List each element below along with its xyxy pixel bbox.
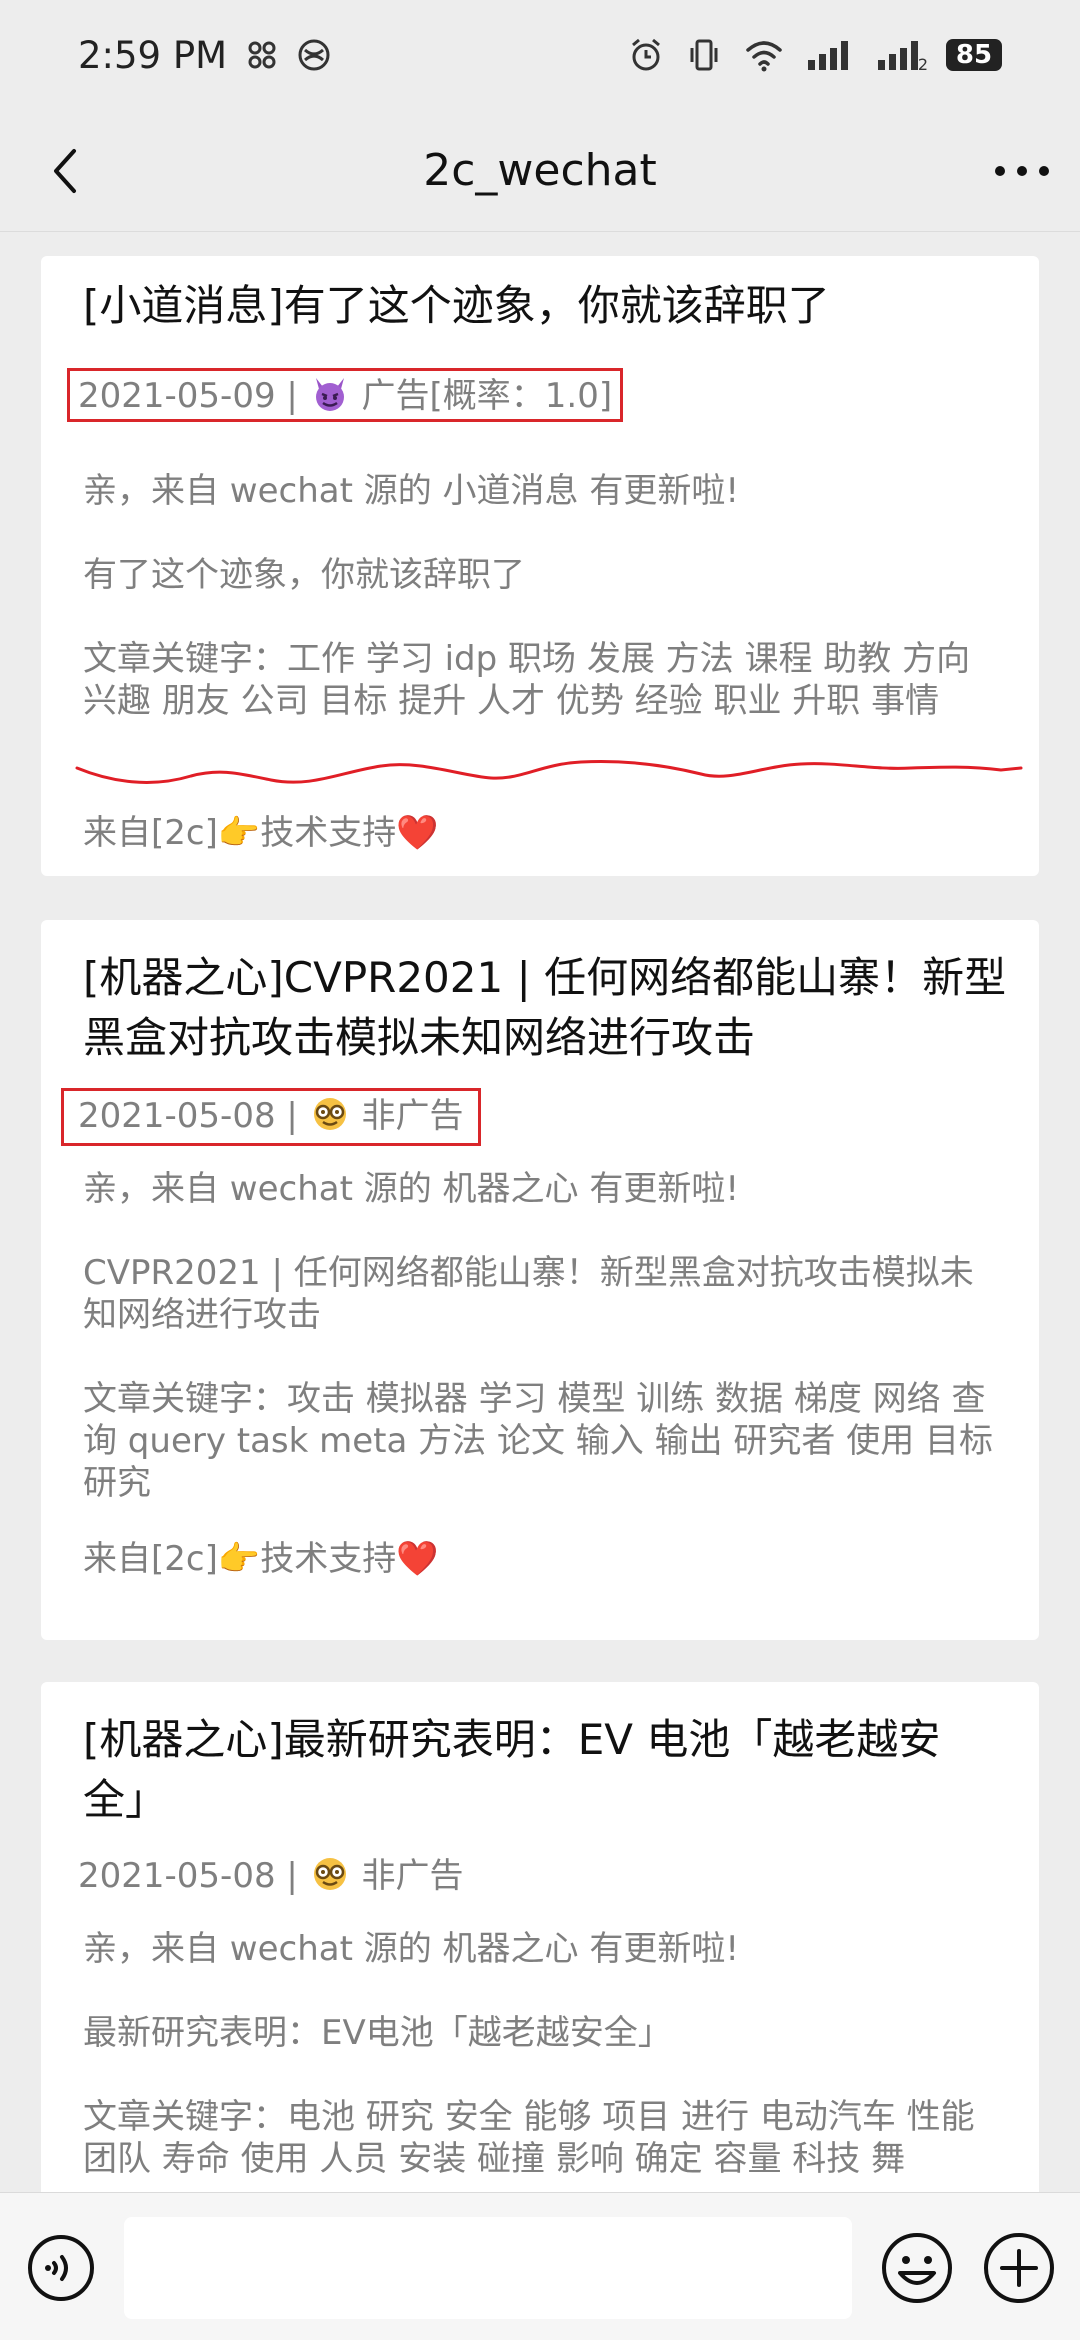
plus-circle-icon	[984, 2233, 1054, 2303]
article-summary: 有了这个迹象，你就该辞职了	[83, 555, 525, 595]
chat-input-bar	[0, 2192, 1080, 2340]
emoji-button[interactable]	[880, 2231, 954, 2305]
article-summary: 最新研究表明：EV电池「越老越安全」	[83, 2013, 672, 2053]
ad-tag: 非广告	[361, 1856, 464, 1896]
signal-icon	[806, 38, 854, 72]
sim-label: 2	[917, 55, 928, 74]
status-bar: 2:59 PM 2 85	[0, 0, 1080, 110]
status-right: 2 85	[628, 37, 1002, 74]
nerd-face-emoji-icon	[313, 1858, 346, 1890]
message-input[interactable]	[124, 2217, 852, 2319]
article-meta: 2021-05-08 | 非广告	[61, 1088, 481, 1146]
meta-separator: |	[286, 376, 298, 416]
article-keywords: 文章关键字：工作 学习 idp 职场 发展 方法 课程 助教 方向 兴趣 朋友 …	[83, 639, 971, 721]
voice-icon	[28, 2235, 94, 2301]
update-greeting: 亲，来自 wechat 源的 小道消息 有更新啦!	[83, 471, 739, 511]
card-footer: 来自[2c]👉技术支持❤️	[83, 813, 439, 853]
article-date: 2021-05-08	[78, 1856, 276, 1896]
article-card[interactable]: [机器之心]最新研究表明：EV 电池「越老越安全」 2021-05-08 | 非…	[41, 1682, 1039, 2192]
nerd-face-emoji-icon	[313, 1098, 346, 1130]
status-left: 2:59 PM	[78, 34, 331, 77]
article-meta: 2021-05-08 | 非广告	[67, 1848, 475, 1902]
message-feed[interactable]: [小道消息]有了这个迹象，你就该辞职了 2021-05-09 | 广告[概率：1…	[0, 232, 1080, 2192]
smiley-icon	[882, 2233, 952, 2303]
article-keywords: 文章关键字：攻击 模拟器 学习 模型 训练 数据 梯度 网络 查询 query …	[83, 1379, 993, 1503]
article-title: [机器之心]最新研究表明：EV 电池「越老越安全」	[83, 1715, 941, 1824]
add-attachment-button[interactable]	[982, 2231, 1056, 2305]
meta-separator: |	[286, 1856, 298, 1896]
article-title: [小道消息]有了这个迹象，你就该辞职了	[83, 281, 830, 330]
article-card[interactable]: [小道消息]有了这个迹象，你就该辞职了 2021-05-09 | 广告[概率：1…	[41, 256, 1039, 876]
ad-tag: 广告[概率：1.0]	[361, 376, 613, 416]
voice-input-button[interactable]	[26, 2233, 96, 2303]
card-footer: 来自[2c]👉技术支持❤️	[83, 1539, 439, 1579]
more-options-button[interactable]	[986, 138, 1058, 204]
battery-indicator: 85	[946, 39, 1002, 71]
article-date: 2021-05-08	[78, 1096, 276, 1136]
article-meta: 2021-05-09 | 广告[概率：1.0]	[67, 368, 624, 422]
article-card[interactable]: [机器之心]CVPR2021 | 任何网络都能山寨！新型黑盒对抗攻击模拟未知网络…	[41, 920, 1039, 1640]
back-button[interactable]	[32, 138, 98, 204]
article-title: [机器之心]CVPR2021 | 任何网络都能山寨！新型黑盒对抗攻击模拟未知网络…	[83, 953, 1007, 1062]
wifi-icon	[744, 38, 784, 72]
devil-emoji-icon	[315, 378, 344, 411]
carrier-icon	[297, 38, 331, 72]
status-time: 2:59 PM	[78, 33, 228, 77]
chevron-left-icon	[54, 149, 76, 193]
page-title: 2c_wechat	[423, 145, 657, 196]
app-notification-icon	[245, 38, 279, 72]
signal-sim2-icon: 2	[876, 38, 928, 74]
update-greeting: 亲，来自 wechat 源的 机器之心 有更新啦!	[83, 1169, 739, 1209]
update-greeting: 亲，来自 wechat 源的 机器之心 有更新啦!	[83, 1929, 739, 1969]
alarm-icon	[628, 37, 664, 73]
nav-bar: 2c_wechat	[0, 110, 1080, 232]
meta-separator: |	[286, 1096, 298, 1136]
article-date: 2021-05-09	[78, 376, 276, 416]
vibrate-icon	[686, 37, 722, 73]
article-summary: CVPR2021 | 任何网络都能山寨！新型黑盒对抗攻击模拟未知网络进行攻击	[83, 1253, 974, 1335]
more-dots-icon	[995, 166, 1049, 176]
ad-tag: 非广告	[361, 1096, 464, 1136]
red-scribble-annotation	[75, 760, 1023, 784]
article-keywords: 文章关键字：电池 研究 安全 能够 项目 进行 电动汽车 性能 团队 寿命 使用…	[83, 2097, 975, 2179]
